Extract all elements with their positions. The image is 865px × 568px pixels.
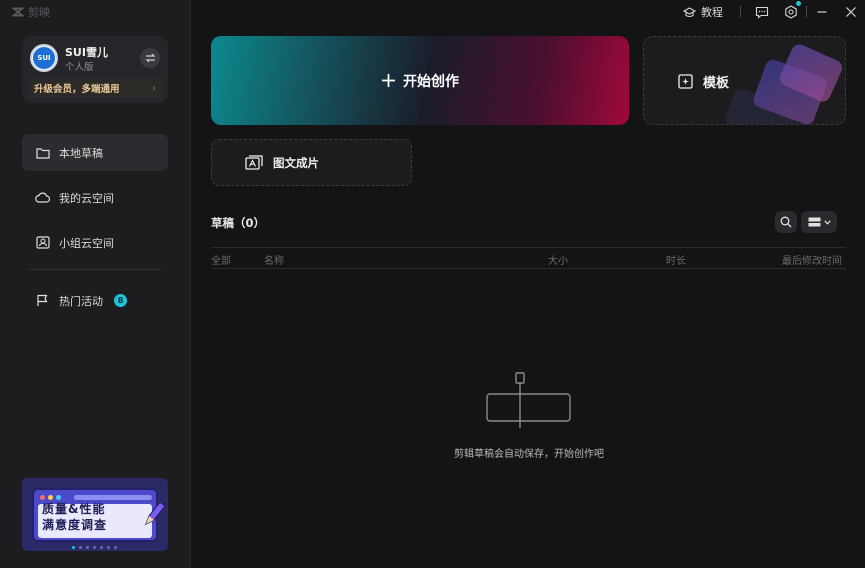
sidebar-item-team-cloud[interactable]: 小组云空间: [22, 224, 168, 261]
banner-title-line1: 质量&性能: [42, 502, 106, 516]
banner-title-line2: 满意度调查: [42, 518, 108, 532]
upgrade-text: 升级会员，多端通用: [34, 84, 120, 95]
separator: [806, 6, 807, 17]
column-size[interactable]: 大小: [548, 252, 568, 267]
sidebar-item-hot-events[interactable]: 热门活动 8: [22, 282, 168, 319]
template-label: 模板: [703, 76, 730, 91]
user-name: SUI雪儿: [65, 46, 108, 59]
empty-state-text: 剪辑草稿会自动保存，开始创作吧: [454, 449, 604, 460]
column-duration[interactable]: 时长: [666, 252, 686, 267]
app-name: 剪映: [28, 6, 50, 19]
image-text-to-video-button[interactable]: 图文成片: [211, 139, 412, 186]
table-header-divider: [211, 268, 846, 269]
capcut-logo-icon: [12, 7, 24, 17]
avatar[interactable]: SUI: [30, 44, 58, 72]
banner-pager[interactable]: [72, 546, 117, 549]
separator: [740, 6, 741, 17]
user-card[interactable]: SUI SUI雪儿 个人版 升级会员，多端通用 ›: [22, 36, 168, 103]
folder-icon: [35, 145, 50, 160]
chevron-right-icon: ›: [152, 82, 156, 94]
table-top-divider: [211, 247, 846, 248]
image-text-label: 图文成片: [273, 155, 319, 170]
avatar-text: SUI: [33, 47, 55, 69]
column-all[interactable]: 全部: [211, 252, 231, 267]
graduation-cap-icon: [683, 6, 696, 17]
column-last-modified[interactable]: 最后修改时间: [782, 252, 846, 267]
list-view-icon: [808, 217, 820, 227]
search-button[interactable]: [775, 211, 797, 233]
close-button[interactable]: [843, 4, 859, 20]
drafts-title: 草稿（0）: [211, 216, 266, 230]
notification-badge: 8: [114, 294, 127, 307]
plus-icon: [382, 74, 395, 87]
sidebar: 剪映 SUI SUI雪儿 个人版 升级会员，多端通用 › 本地草稿 我的云空间 …: [0, 0, 191, 568]
sidebar-item-label: 小组云空间: [59, 236, 114, 250]
sidebar-item-my-cloud[interactable]: 我的云空间: [22, 179, 168, 216]
template-label-group: 模板: [678, 72, 729, 91]
app-logo: 剪映: [12, 4, 50, 20]
user-plan: 个人版: [65, 62, 94, 73]
feedback-button[interactable]: [754, 4, 770, 20]
gear-icon: [785, 5, 797, 19]
sidebar-item-local-drafts[interactable]: 本地草稿: [22, 134, 168, 171]
sidebar-item-label: 本地草稿: [59, 146, 103, 160]
tutorial-label: 教程: [701, 6, 723, 19]
image-text-icon: [245, 155, 263, 170]
settings-button[interactable]: [783, 1, 801, 20]
minimize-button[interactable]: [814, 4, 830, 20]
message-icon: [755, 6, 769, 19]
start-creation-label: 开始创作: [403, 73, 459, 90]
column-name[interactable]: 名称: [264, 252, 284, 267]
template-button[interactable]: 模板: [643, 36, 846, 125]
tutorial-button[interactable]: 教程: [683, 4, 723, 20]
start-creation-button[interactable]: 开始创作: [211, 36, 629, 125]
upgrade-membership-button[interactable]: 升级会员，多端通用 ›: [28, 78, 162, 98]
nav-divider: [28, 269, 162, 270]
empty-drafts-icon: [486, 372, 571, 428]
chevron-down-icon: [823, 219, 831, 225]
flag-icon: [35, 293, 50, 308]
template-icon: [678, 74, 693, 89]
close-icon: [846, 7, 856, 17]
view-mode-dropdown[interactable]: [801, 211, 837, 233]
switch-account-button[interactable]: [140, 48, 160, 68]
cloud-icon: [35, 190, 50, 205]
search-icon: [780, 216, 792, 228]
sidebar-item-label: 我的云空间: [59, 191, 114, 205]
pencil-icon: [144, 501, 166, 526]
survey-banner[interactable]: 质量&性能 满意度调查: [22, 478, 168, 551]
title-bar: 教程: [191, 0, 865, 24]
minimize-icon: [817, 11, 827, 13]
sidebar-item-label: 热门活动: [59, 294, 103, 308]
notification-dot: [796, 1, 801, 6]
sidebar-nav: 本地草稿 我的云空间 小组云空间 热门活动 8: [22, 134, 168, 327]
team-icon: [35, 235, 50, 250]
swap-icon: [145, 53, 155, 63]
